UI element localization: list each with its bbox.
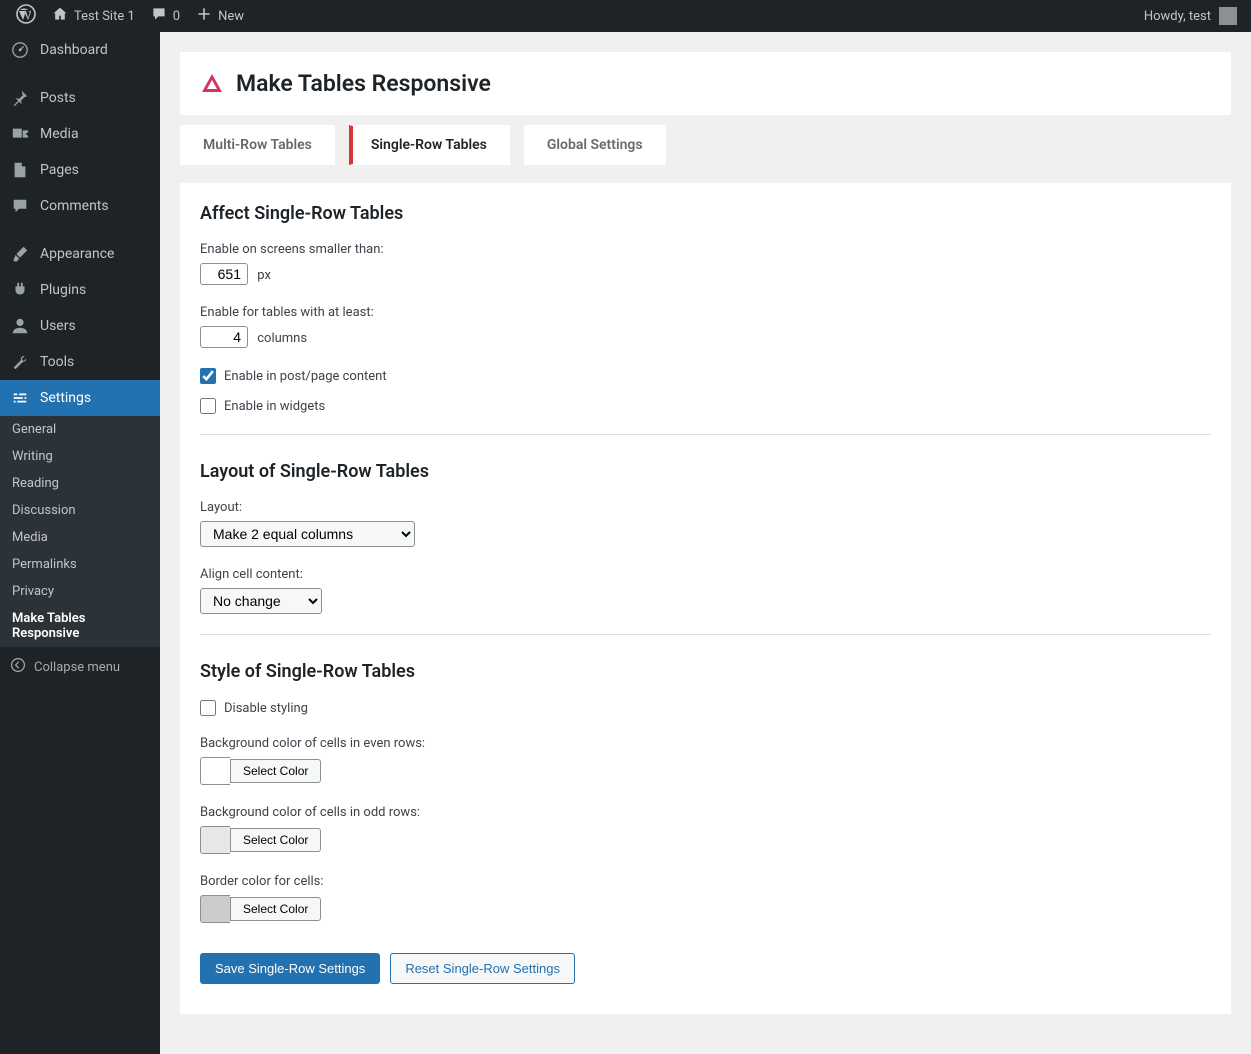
collapse-icon [10, 657, 26, 677]
sidebar-item-settings[interactable]: Settings [0, 380, 160, 416]
sidebar-item-media[interactable]: Media [0, 116, 160, 152]
enable-widgets-label: Enable in widgets [224, 399, 325, 414]
new-content-menu[interactable]: New [188, 0, 252, 32]
tab-multi-row[interactable]: Multi-Row Tables [180, 125, 335, 165]
enable-widgets-checkbox[interactable] [200, 398, 216, 414]
settings-submenu: General Writing Reading Discussion Media… [0, 416, 160, 647]
sidebar-item-appearance[interactable]: Appearance [0, 236, 160, 272]
comment-icon [10, 196, 30, 216]
site-name-menu[interactable]: Test Site 1 [44, 0, 143, 32]
settings-form: Affect Single-Row Tables Enable on scree… [180, 183, 1231, 1014]
enable-content-label: Enable in post/page content [224, 369, 387, 384]
submenu-make-tables-responsive[interactable]: Make Tables Responsive [0, 605, 160, 647]
submenu-writing[interactable]: Writing [0, 443, 160, 470]
bg-odd-select-button[interactable]: Select Color [230, 828, 321, 852]
sliders-icon [10, 388, 30, 408]
comment-icon [151, 6, 167, 26]
enable-atleast-input[interactable] [200, 326, 248, 348]
disable-styling-label: Disable styling [224, 701, 308, 716]
howdy-text: Howdy, test [1144, 9, 1211, 24]
new-label: New [218, 9, 244, 24]
enable-smaller-label: Enable on screens smaller than: [200, 242, 1211, 257]
submenu-permalinks[interactable]: Permalinks [0, 551, 160, 578]
sidebar-item-pages[interactable]: Pages [0, 152, 160, 188]
section-divider [200, 434, 1211, 435]
tab-global[interactable]: Global Settings [524, 125, 666, 165]
avatar [1219, 7, 1237, 25]
comments-count: 0 [173, 9, 180, 24]
my-account-menu[interactable]: Howdy, test [1144, 7, 1243, 25]
wordpress-icon [16, 4, 36, 28]
save-button[interactable]: Save Single-Row Settings [200, 953, 380, 984]
enable-smaller-input[interactable] [200, 263, 248, 285]
submenu-discussion[interactable]: Discussion [0, 497, 160, 524]
enable-atleast-label: Enable for tables with at least: [200, 305, 1211, 320]
tabs: Multi-Row Tables Single-Row Tables Globa… [180, 125, 1231, 165]
submenu-general[interactable]: General [0, 416, 160, 443]
bg-even-select-button[interactable]: Select Color [230, 759, 321, 783]
sidebar-item-comments[interactable]: Comments [0, 188, 160, 224]
plug-icon [10, 280, 30, 300]
brush-icon [10, 244, 30, 264]
wrench-icon [10, 352, 30, 372]
enable-content-checkbox[interactable] [200, 368, 216, 384]
sidebar-item-label: Comments [40, 198, 109, 214]
plus-icon [196, 6, 212, 26]
tab-single-row[interactable]: Single-Row Tables [349, 125, 510, 165]
comments-menu[interactable]: 0 [143, 0, 188, 32]
submenu-reading[interactable]: Reading [0, 470, 160, 497]
layout-label: Layout: [200, 500, 1211, 515]
enable-smaller-unit: px [257, 268, 271, 283]
bg-even-swatch[interactable] [200, 757, 230, 785]
home-icon [52, 6, 68, 26]
user-icon [10, 316, 30, 336]
page-title: Make Tables Responsive [236, 70, 491, 97]
reset-button[interactable]: Reset Single-Row Settings [390, 953, 575, 984]
align-label: Align cell content: [200, 567, 1211, 582]
bg-odd-label: Background color of cells in odd rows: [200, 805, 1211, 820]
sidebar-item-label: Appearance [40, 246, 114, 262]
content-area: Make Tables Responsive Multi-Row Tables … [160, 32, 1251, 1054]
plugin-logo-icon [200, 72, 224, 96]
pushpin-icon [10, 88, 30, 108]
site-name-text: Test Site 1 [74, 9, 135, 24]
border-select-button[interactable]: Select Color [230, 897, 321, 921]
submenu-privacy[interactable]: Privacy [0, 578, 160, 605]
section-divider [200, 634, 1211, 635]
collapse-menu[interactable]: Collapse menu [0, 647, 160, 687]
sidebar-item-label: Media [40, 126, 79, 142]
section-style-heading: Style of Single-Row Tables [200, 661, 1211, 682]
sidebar-item-label: Plugins [40, 282, 86, 298]
layout-select[interactable]: Make 2 equal columns [200, 521, 415, 547]
sidebar-item-tools[interactable]: Tools [0, 344, 160, 380]
page-icon [10, 160, 30, 180]
sidebar-item-label: Users [40, 318, 76, 334]
sidebar-item-label: Tools [40, 354, 74, 370]
enable-atleast-unit: columns [257, 331, 307, 346]
bg-odd-swatch[interactable] [200, 826, 230, 854]
admin-sidebar: Dashboard Posts Media Pages Comments App… [0, 32, 160, 1054]
sidebar-item-dashboard[interactable]: Dashboard [0, 32, 160, 68]
collapse-label: Collapse menu [34, 660, 120, 675]
sidebar-item-label: Settings [40, 390, 91, 406]
bg-even-label: Background color of cells in even rows: [200, 736, 1211, 751]
sidebar-item-users[interactable]: Users [0, 308, 160, 344]
dashboard-icon [10, 40, 30, 60]
section-layout-heading: Layout of Single-Row Tables [200, 461, 1211, 482]
sidebar-item-label: Posts [40, 90, 76, 106]
sidebar-item-posts[interactable]: Posts [0, 80, 160, 116]
media-icon [10, 124, 30, 144]
admin-toolbar: Test Site 1 0 New Howdy, test [0, 0, 1251, 32]
sidebar-item-label: Dashboard [40, 42, 108, 58]
submenu-media[interactable]: Media [0, 524, 160, 551]
border-color-label: Border color for cells: [200, 874, 1211, 889]
sidebar-item-plugins[interactable]: Plugins [0, 272, 160, 308]
sidebar-item-label: Pages [40, 162, 79, 178]
disable-styling-checkbox[interactable] [200, 700, 216, 716]
align-select[interactable]: No change [200, 588, 322, 614]
page-heading: Make Tables Responsive [180, 52, 1231, 115]
border-swatch[interactable] [200, 895, 230, 923]
section-affect-heading: Affect Single-Row Tables [200, 203, 1211, 224]
wp-logo-menu[interactable] [8, 0, 44, 32]
